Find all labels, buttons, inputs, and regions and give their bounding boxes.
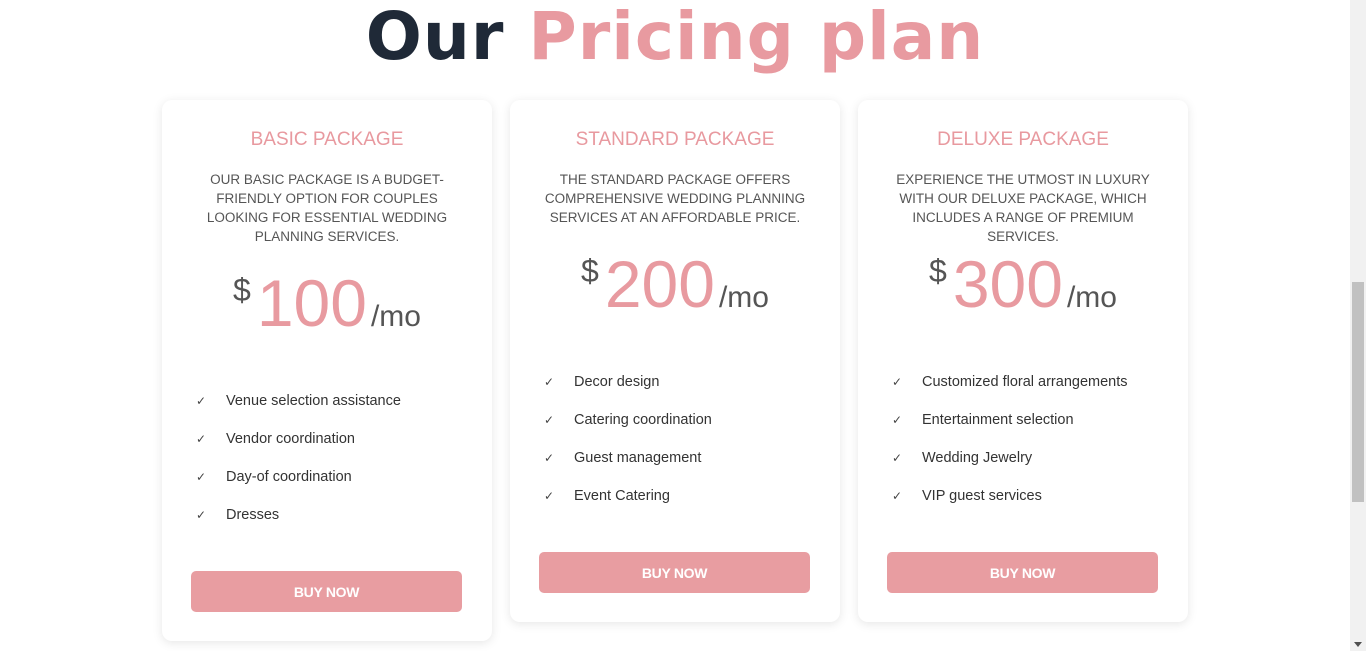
feature-item: ✓ Dresses (195, 496, 465, 534)
pricing-card-basic: BASIC PACKAGE OUR BASIC PACKAGE IS A BUD… (162, 100, 492, 641)
check-icon: ✓ (196, 394, 207, 408)
buy-now-button[interactable]: BUY NOW (191, 571, 462, 612)
price-amount: 200 (604, 247, 715, 321)
price-amount: 300 (952, 247, 1063, 321)
card-title: BASIC PACKAGE (250, 129, 404, 150)
feature-label: Catering coordination (574, 412, 712, 428)
feature-label: Wedding Jewelry (922, 450, 1033, 466)
feature-item: ✓ VIP guest services (891, 477, 1161, 515)
scrollbar-thumb[interactable] (1352, 282, 1364, 502)
check-icon: ✓ (196, 470, 207, 484)
check-icon: ✓ (544, 451, 555, 465)
check-icon: ✓ (196, 432, 207, 446)
feature-list: ✓ Decor design ✓ Catering coordination ✓ Gu… (543, 363, 813, 515)
check-icon: ✓ (544, 413, 555, 427)
feature-item: ✓ Event Catering (543, 477, 813, 515)
check-icon: ✓ (892, 451, 903, 465)
check-icon: ✓ (544, 489, 555, 503)
price-period: /mo (370, 300, 421, 333)
section-heading: Our Pricing plan (0, 0, 1350, 82)
price-amount: 100 (256, 266, 367, 340)
feature-item: ✓ Guest management (543, 439, 813, 477)
feature-label: Entertainment selection (922, 412, 1074, 428)
feature-list: ✓ Customized floral arrangements ✓ Enterta… (891, 363, 1161, 515)
feature-item: ✓ Day-of coordination (195, 458, 465, 496)
heading-word-our: Our (365, 0, 505, 75)
card-description: EXPERIENCE THE UTMOST IN LUXURY WITH OUR… (896, 172, 1150, 244)
price-currency: $ (929, 253, 947, 289)
pricing-card-standard: STANDARD PACKAGE THE STANDARD PACKAGE OF… (510, 100, 840, 622)
feature-label: Customized floral arrangements (922, 374, 1128, 390)
heading-word-pricing-plan: Pricing plan (528, 0, 985, 75)
feature-item: ✓ Entertainment selection (891, 401, 1161, 439)
feature-label: Venue selection assistance (226, 393, 401, 409)
check-icon: ✓ (892, 413, 903, 427)
feature-label: Guest management (574, 450, 702, 466)
price: $ 200 /mo (510, 251, 840, 321)
price-currency: $ (233, 272, 251, 308)
check-icon: ✓ (196, 508, 207, 522)
buy-now-button[interactable]: BUY NOW (539, 552, 810, 593)
check-icon: ✓ (544, 375, 555, 389)
card-title: STANDARD PACKAGE (575, 129, 775, 150)
price-period: /mo (1066, 281, 1117, 314)
feature-label: VIP guest services (922, 488, 1042, 504)
feature-label: Event Catering (574, 488, 670, 504)
feature-item: ✓ Wedding Jewelry (891, 439, 1161, 477)
pricing-card-deluxe: DELUXE PACKAGE EXPERIENCE THE UTMOST IN … (858, 100, 1188, 622)
buy-now-button[interactable]: BUY NOW (887, 552, 1158, 593)
feature-item: ✓ Venue selection assistance (195, 382, 465, 420)
feature-label: Day-of coordination (226, 469, 352, 485)
scroll-down-arrow-icon[interactable] (1354, 642, 1362, 647)
feature-item: ✓ Customized floral arrangements (891, 363, 1161, 401)
feature-label: Vendor coordination (226, 431, 355, 447)
price-period: /mo (718, 281, 769, 314)
feature-item: ✓ Decor design (543, 363, 813, 401)
vertical-scrollbar[interactable] (1350, 0, 1366, 651)
feature-item: ✓ Vendor coordination (195, 420, 465, 458)
feature-label: Dresses (226, 507, 280, 523)
feature-label: Decor design (574, 374, 660, 390)
pricing-page: Our Pricing plan BASIC PACKAGE OUR BASIC… (0, 0, 1350, 651)
card-description: THE STANDARD PACKAGE OFFERS COMPREHENSIV… (544, 172, 806, 225)
check-icon: ✓ (892, 375, 903, 389)
price-currency: $ (581, 253, 599, 289)
feature-list: ✓ Venue selection assistance ✓ Vendor coor… (195, 382, 465, 534)
card-title: DELUXE PACKAGE (937, 129, 1109, 150)
feature-item: ✓ Catering coordination (543, 401, 813, 439)
card-description: OUR BASIC PACKAGE IS A BUDGET-FRIENDLY O… (206, 172, 448, 244)
price: $ 300 /mo (858, 251, 1188, 321)
price: $ 100 /mo (162, 270, 492, 340)
check-icon: ✓ (892, 489, 903, 503)
